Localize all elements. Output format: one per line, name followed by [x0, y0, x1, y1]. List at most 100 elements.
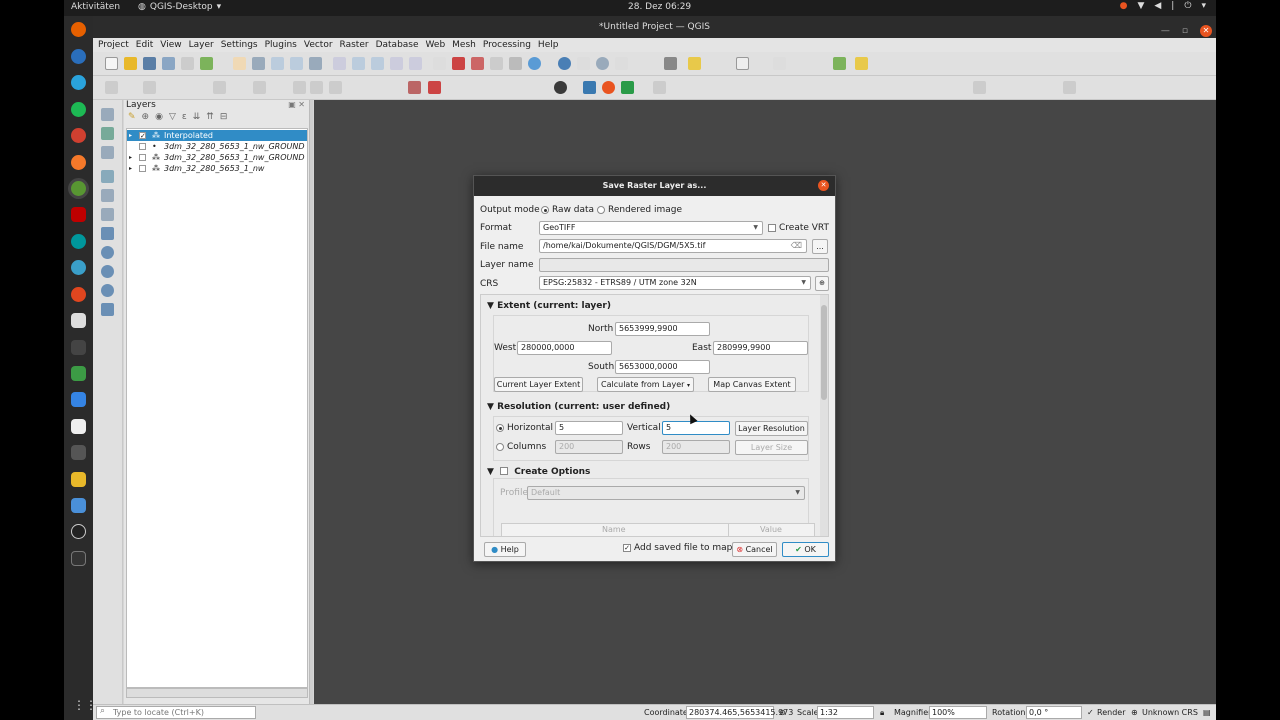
colorpicker-icon[interactable]: [71, 366, 86, 381]
identify-icon[interactable]: [558, 57, 571, 70]
map-canvas-extent-button[interactable]: Map Canvas Extent: [708, 377, 796, 392]
layer-size-button[interactable]: Layer Size: [735, 440, 808, 455]
expand-arrow-icon[interactable]: ▸: [129, 163, 132, 174]
shell-icon[interactable]: [71, 340, 86, 355]
pan-to-selection-icon[interactable]: [252, 57, 265, 70]
style-icon[interactable]: ✎: [128, 112, 136, 122]
columns-radio[interactable]: [496, 443, 504, 451]
add-raster-icon[interactable]: [101, 127, 114, 140]
spatial-bookmarks-icon[interactable]: [509, 57, 522, 70]
add-wms-icon[interactable]: [101, 246, 114, 259]
add-wcs-icon[interactable]: [101, 284, 114, 297]
activities-button[interactable]: Aktivitäten: [71, 2, 120, 12]
monitor-icon[interactable]: [71, 445, 86, 460]
menu-mesh[interactable]: Mesh: [452, 38, 476, 52]
zoom-in-icon[interactable]: [271, 57, 284, 70]
video-editor-icon[interactable]: [71, 313, 86, 328]
files-icon[interactable]: [71, 472, 86, 487]
menu-view[interactable]: View: [160, 38, 181, 52]
db-icon[interactable]: [773, 57, 786, 70]
ok-button[interactable]: ✔ OK: [782, 542, 829, 557]
edit-pencil-icon[interactable]: [105, 81, 118, 94]
help-button[interactable]: ● Help: [484, 542, 526, 557]
python-console-icon[interactable]: [583, 81, 596, 94]
text-editor-icon[interactable]: [71, 392, 86, 407]
redo-icon[interactable]: [329, 81, 342, 94]
vertical-scrollbar[interactable]: [820, 295, 828, 536]
horizontal-scrollbar[interactable]: [126, 688, 308, 698]
north-input[interactable]: 5653999,9900: [615, 322, 710, 336]
new-map-view-icon[interactable]: [433, 57, 446, 70]
extent-group-title[interactable]: ▼ Extent (current: layer): [487, 301, 611, 311]
collapse-all-icon[interactable]: ⇈: [206, 112, 214, 122]
profile-select[interactable]: Default ▼: [527, 486, 805, 500]
vpn-icon[interactable]: [71, 287, 86, 302]
power-icon[interactable]: ⏻: [1184, 1, 1191, 11]
zoom-full-icon[interactable]: [309, 57, 322, 70]
telegram-icon[interactable]: [71, 75, 86, 90]
update-icon[interactable]: ●: [1120, 1, 1128, 11]
layer-item[interactable]: • 3dm_32_280_5653_1_nw_GROUND: [127, 141, 307, 152]
notes-icon[interactable]: [71, 419, 86, 434]
crs-label[interactable]: Unknown CRS: [1142, 706, 1198, 720]
label-tool-icon[interactable]: [408, 81, 421, 94]
browse-button[interactable]: ...: [812, 239, 828, 254]
magnifier-field[interactable]: 100%: [929, 706, 987, 719]
crs-icon[interactable]: ⊕: [1131, 706, 1138, 720]
pan-icon[interactable]: [233, 57, 246, 70]
layername-input[interactable]: [539, 258, 829, 272]
label-move-icon[interactable]: [428, 81, 441, 94]
layout-manager-icon[interactable]: [200, 57, 213, 70]
menu-edit[interactable]: Edit: [136, 38, 153, 52]
create-options-checkbox[interactable]: [500, 467, 509, 475]
west-input[interactable]: 280000,0000: [517, 341, 612, 355]
current-layer-extent-button[interactable]: Current Layer Extent: [494, 377, 583, 392]
settings-gear-icon[interactable]: [71, 128, 86, 143]
layer-tree[interactable]: ▸ ✓ ⁂ Interpolated • 3dm_32_280_5653_1_n…: [126, 128, 308, 688]
east-input[interactable]: 280999,9900: [713, 341, 808, 355]
close-icon[interactable]: ✕: [1200, 25, 1212, 37]
clock[interactable]: 28. Dez 06:29: [628, 2, 691, 12]
menu-project[interactable]: Project: [98, 38, 129, 52]
options-scroll-area[interactable]: ▼ Extent (current: layer) North 5653999,…: [480, 294, 829, 537]
rendered-image-radio[interactable]: [597, 206, 605, 214]
zoom-last-icon[interactable]: [390, 57, 403, 70]
messages-icon[interactable]: ▤: [1203, 706, 1211, 720]
shape-tool-icon[interactable]: [973, 81, 986, 94]
node-tool-icon[interactable]: [253, 81, 266, 94]
save-project-icon[interactable]: [143, 57, 156, 70]
layer-resolution-button[interactable]: Layer Resolution: [735, 421, 808, 436]
raw-data-radio[interactable]: [541, 206, 549, 214]
app-menu[interactable]: ◍ QGIS-Desktop ▾: [138, 2, 221, 12]
screenshot-icon[interactable]: [71, 498, 86, 513]
panel-float-close-icons[interactable]: ▣ ✕: [288, 100, 305, 109]
timeshift-icon[interactable]: [71, 260, 86, 275]
temporal-icon[interactable]: [490, 57, 503, 70]
layer-checkbox[interactable]: [139, 143, 146, 150]
expand-arrow-icon[interactable]: ▸: [129, 152, 132, 163]
add-delimited-icon[interactable]: [101, 170, 114, 183]
digitize-icon[interactable]: [213, 81, 226, 94]
vertical-input[interactable]: 5: [662, 421, 730, 435]
filter-expression-icon[interactable]: ε: [182, 112, 187, 122]
menu-layer[interactable]: Layer: [189, 38, 214, 52]
visibility-icon[interactable]: ◉: [155, 112, 163, 122]
rendered-image-label[interactable]: Rendered image: [608, 205, 682, 215]
clear-icon[interactable]: ⌫: [791, 240, 802, 252]
lock-scale-icon[interactable]: 🔒︎: [880, 706, 884, 720]
columns-input[interactable]: 200: [555, 440, 623, 454]
menu-database[interactable]: Database: [376, 38, 419, 52]
undo-icon[interactable]: [310, 81, 323, 94]
settings-icon[interactable]: [596, 57, 609, 70]
add-gps-icon[interactable]: [101, 189, 114, 202]
menu-help[interactable]: Help: [538, 38, 559, 52]
layer-item[interactable]: ▸ ⁂ 3dm_32_280_5653_1_nw_GROUND: [127, 152, 307, 163]
clock-app-icon[interactable]: [71, 524, 86, 539]
remove-layer-icon[interactable]: ⊟: [220, 112, 228, 122]
zoom-next-icon[interactable]: [409, 57, 422, 70]
menu-web[interactable]: Web: [426, 38, 446, 52]
rows-input[interactable]: 200: [662, 440, 730, 454]
add-to-map-checkbox[interactable]: ✓: [623, 544, 631, 552]
panel-splitter[interactable]: [310, 100, 313, 704]
crs-selector-button[interactable]: ⊕: [815, 276, 829, 291]
